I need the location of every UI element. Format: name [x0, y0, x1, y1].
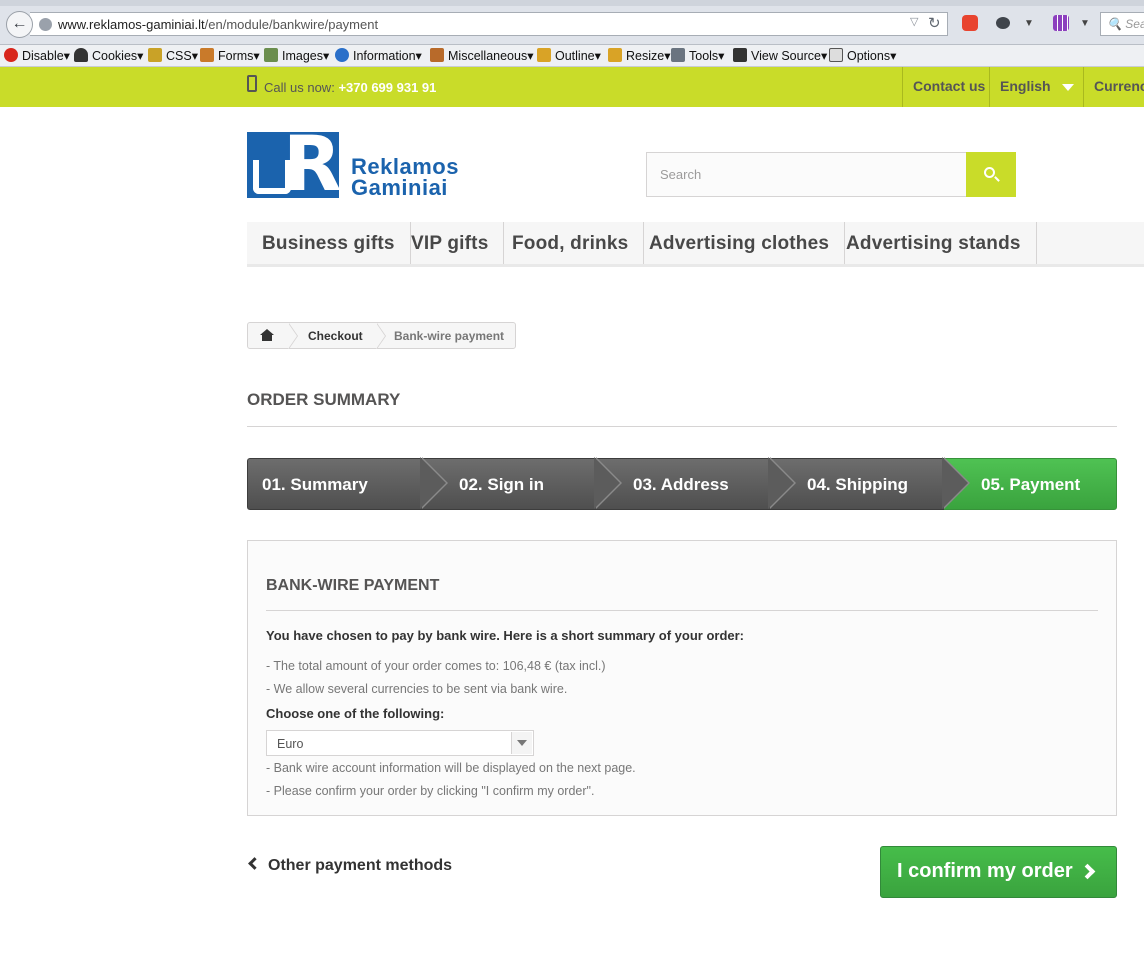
css-icon: [148, 48, 162, 62]
chevron-down-icon: [1062, 84, 1074, 91]
forms-menu[interactable]: Forms▾: [200, 48, 260, 63]
menu-item-business-gifts[interactable]: Business gifts: [247, 222, 411, 264]
payment-intro: You have chosen to pay by bank wire. Her…: [266, 628, 745, 643]
web-developer-toolbar: Disable▾ Cookies▾ CSS▾ Forms▾ Images▾ In…: [0, 45, 1144, 67]
divider: [247, 426, 1117, 427]
site-top-bar: Call us now: +370 699 931 91 Contact us …: [0, 67, 1144, 107]
extension-icon[interactable]: [962, 15, 978, 31]
images-icon: [264, 48, 278, 62]
breadcrumb-current: Bank-wire payment: [394, 329, 505, 343]
cookies-menu[interactable]: Cookies▾: [74, 48, 143, 63]
resize-icon: [608, 48, 622, 62]
information-menu[interactable]: Information▾: [335, 48, 422, 63]
step-summary[interactable]: 01. Summary: [247, 458, 427, 510]
divider: [266, 610, 1098, 611]
tools-menu[interactable]: Tools▾: [671, 48, 724, 63]
menu-item-advertising-stands[interactable]: Advertising stands: [831, 222, 1037, 264]
images-menu[interactable]: Images▾: [264, 48, 329, 63]
options-icon: [829, 48, 843, 62]
chevron-down-icon[interactable]: ▼: [1024, 18, 1034, 29]
url-history-dropdown-icon[interactable]: ▽: [910, 15, 918, 28]
search-input[interactable]: Search: [646, 152, 968, 197]
search-button[interactable]: [966, 152, 1016, 197]
globe-icon: [39, 18, 52, 31]
miscellaneous-menu[interactable]: Miscellaneous▾: [430, 48, 533, 63]
chevron-down-icon[interactable]: [511, 732, 532, 754]
forms-icon: [200, 48, 214, 62]
breadcrumb: Checkout Bank-wire payment: [247, 322, 516, 349]
account-info-line: - Bank wire account information will be …: [266, 761, 636, 775]
menu-item-food-drinks[interactable]: Food, drinks: [497, 222, 645, 264]
chevron-right-icon: [1079, 863, 1096, 880]
main-menu: Business gifts VIP gifts Food, drinks Ad…: [247, 222, 1144, 267]
cookies-icon: [74, 48, 88, 62]
step-arrow: [942, 457, 972, 510]
options-menu[interactable]: Options▾: [829, 48, 896, 63]
confirm-instruction-line: - Please confirm your order by clicking …: [266, 784, 595, 798]
call-us-text: Call us now: +370 699 931 91: [264, 80, 437, 95]
currency-select[interactable]: Euro: [266, 730, 534, 756]
search-icon: [984, 167, 995, 178]
checkout-steps: 01. Summary 02. Sign in 03. Address 04. …: [247, 457, 1117, 510]
breadcrumb-separator: [288, 323, 303, 349]
outline-icon: [537, 48, 551, 62]
breadcrumb-separator: [376, 323, 391, 349]
phone-icon: [247, 75, 257, 92]
logo-text: Gaminiai: [351, 175, 448, 200]
payment-title: BANK-WIRE PAYMENT: [266, 577, 440, 594]
resize-menu[interactable]: Resize▾: [608, 48, 670, 63]
other-payment-methods-link[interactable]: Other payment methods: [247, 857, 452, 875]
bankwire-payment-box: BANK-WIRE PAYMENT You have chosen to pay…: [247, 540, 1117, 816]
currencies-line: - We allow several currencies to be sent…: [266, 682, 568, 696]
browser-toolbar: www.reklamos-gaminiai.lt/en/module/bankw…: [0, 0, 1144, 45]
view-source-icon: [733, 48, 747, 62]
home-icon[interactable]: [260, 329, 274, 341]
chevron-down-icon[interactable]: ▼: [1080, 18, 1090, 29]
logo-mark: R: [247, 126, 342, 202]
page-title: ORDER SUMMARY: [247, 390, 401, 409]
menu-item-vip-gifts[interactable]: VIP gifts: [396, 222, 505, 264]
browser-search-input[interactable]: 🔍 Sea: [1100, 12, 1144, 36]
firebug-icon[interactable]: [996, 17, 1010, 29]
disable-menu[interactable]: Disable▾: [4, 48, 70, 63]
confirm-order-button[interactable]: I confirm my order: [880, 846, 1117, 898]
breadcrumb-checkout[interactable]: Checkout: [308, 329, 363, 343]
information-icon: [335, 48, 349, 62]
menu-item-advertising-clothes[interactable]: Advertising clothes: [634, 222, 846, 264]
currency-selector[interactable]: Currenc: [1083, 67, 1144, 107]
reload-icon[interactable]: ↻: [928, 14, 941, 32]
order-total-line: - The total amount of your order comes t…: [266, 659, 606, 673]
tools-icon: [671, 48, 685, 62]
outline-menu[interactable]: Outline▾: [537, 48, 601, 63]
css-menu[interactable]: CSS▾: [148, 48, 198, 63]
currency-label: Choose one of the following:: [266, 706, 445, 721]
back-button[interactable]: ←: [6, 11, 33, 38]
site-logo[interactable]: R Reklamos Gaminiai: [247, 126, 497, 202]
grid-icon[interactable]: [1053, 15, 1069, 31]
miscellaneous-icon: [430, 48, 444, 62]
chevron-left-icon: [248, 857, 261, 870]
tab-strip: [0, 0, 1144, 6]
disable-icon: [4, 48, 18, 62]
step-arrow: [594, 457, 624, 510]
address-bar[interactable]: www.reklamos-gaminiai.lt/en/module/bankw…: [30, 12, 948, 36]
url-text[interactable]: www.reklamos-gaminiai.lt/en/module/bankw…: [58, 17, 378, 32]
contact-us-link[interactable]: Contact us: [902, 67, 995, 107]
view-source-menu[interactable]: View Source▾: [733, 48, 827, 63]
step-arrow: [420, 457, 450, 510]
step-arrow: [768, 457, 798, 510]
